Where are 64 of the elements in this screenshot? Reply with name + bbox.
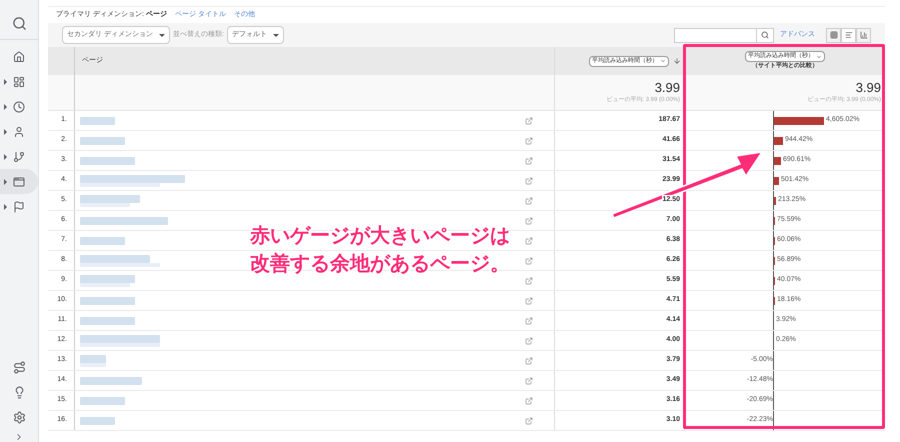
external-link-icon[interactable]: [525, 256, 533, 264]
clock-icon: [13, 100, 25, 112]
comparison-bar: [774, 156, 781, 164]
external-link-icon[interactable]: [525, 176, 533, 184]
external-link-icon[interactable]: [525, 216, 533, 224]
caret-icon: [158, 34, 165, 36]
home-icon: [13, 50, 25, 62]
comparison-bar: [774, 116, 824, 124]
caret-icon: [4, 104, 7, 110]
route-icon[interactable]: [12, 361, 26, 374]
external-link-icon[interactable]: [525, 336, 533, 344]
branch-icon: [13, 150, 25, 162]
redacted-text: [80, 296, 135, 304]
external-link-icon[interactable]: [525, 116, 533, 124]
flag-icon: [13, 200, 25, 212]
redacted-text: [80, 396, 125, 404]
comparison-icon: [844, 31, 852, 39]
caret-icon: [4, 78, 7, 84]
caret-icon: [4, 128, 7, 134]
external-link-icon[interactable]: [525, 396, 533, 404]
caret-icon: [272, 34, 279, 36]
external-link-icon[interactable]: [525, 156, 533, 164]
redacted-text: [80, 136, 125, 144]
dashboard-icon: [13, 76, 25, 88]
search-icon[interactable]: [12, 16, 26, 31]
settings-icon[interactable]: [12, 411, 26, 424]
redacted-text: [80, 416, 115, 424]
comparison-bar: [774, 136, 783, 144]
pivot-icon: [860, 31, 868, 39]
external-link-icon[interactable]: [525, 276, 533, 284]
redacted-text: [80, 316, 135, 324]
search-field[interactable]: [674, 28, 774, 42]
redacted-text: [80, 156, 135, 164]
external-link-icon[interactable]: [525, 196, 533, 204]
annotation-text: 赤いゲージが大きいページは: [250, 226, 510, 246]
search-icon: [761, 31, 769, 39]
chevron-icon: [660, 58, 666, 64]
window-icon: [13, 176, 25, 188]
sort-arrow-icon: [673, 57, 681, 65]
sidebar-item[interactable]: [0, 169, 38, 194]
external-link-icon[interactable]: [525, 376, 533, 384]
lightbulb-icon[interactable]: [12, 386, 26, 399]
caret-icon: [4, 178, 7, 184]
chevron-icon: [816, 54, 822, 60]
redacted-text: [80, 376, 142, 384]
view-toggle[interactable]: [856, 28, 871, 42]
external-link-icon[interactable]: [525, 356, 533, 364]
summary-value: 3.99: [654, 80, 680, 94]
caret-icon: [4, 154, 7, 160]
external-link-icon[interactable]: [525, 236, 533, 244]
view-toggle[interactable]: [826, 28, 841, 42]
external-link-icon[interactable]: [525, 136, 533, 144]
redacted-text: [80, 236, 125, 244]
annotation-text: 改善する余地があるページ。: [250, 254, 510, 274]
redacted-text: [80, 116, 115, 124]
caret-icon: [4, 204, 7, 210]
external-link-icon[interactable]: [525, 296, 533, 304]
person-icon: [13, 126, 25, 138]
view-toggle[interactable]: [841, 28, 856, 42]
summary-value: 3.99: [856, 80, 881, 94]
grid-icon: [830, 31, 838, 39]
external-link-icon[interactable]: [525, 316, 533, 324]
comparison-bar: [774, 176, 779, 184]
external-link-icon[interactable]: [525, 416, 533, 424]
